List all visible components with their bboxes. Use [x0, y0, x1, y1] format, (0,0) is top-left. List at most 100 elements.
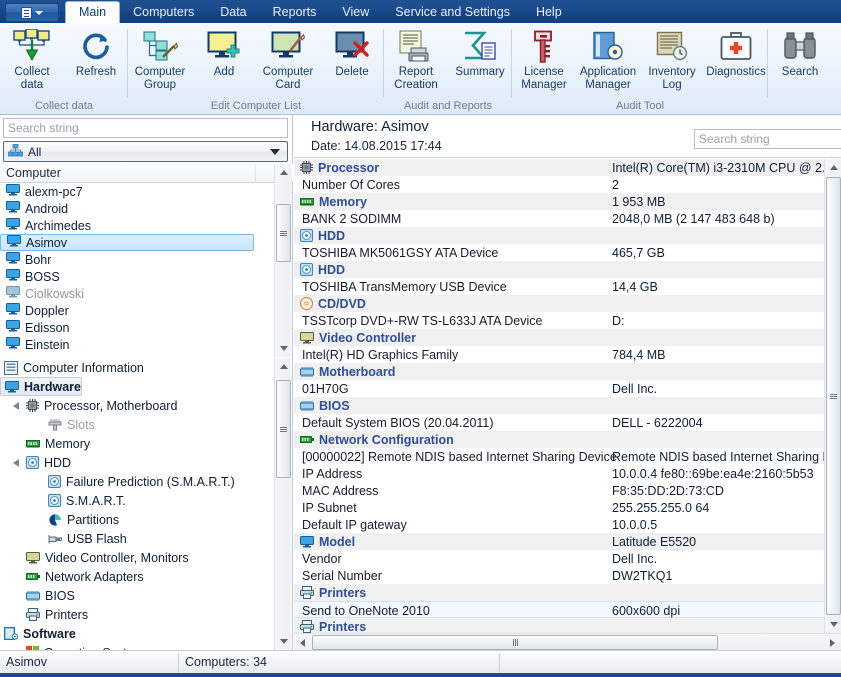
computer-list-scrollbar[interactable]	[274, 164, 291, 357]
scroll-up-arrow[interactable]	[275, 358, 292, 375]
tree-item-network-adapters[interactable]: Network Adapters	[0, 567, 275, 586]
scroll-down-arrow[interactable]	[825, 616, 841, 633]
computer-list-item[interactable]: Bohr	[0, 251, 275, 268]
details-data-row[interactable]: TOSHIBA TransMemory USB Device14,4 GB	[294, 278, 824, 295]
ribbon-button-refresh[interactable]: Refresh	[64, 27, 128, 79]
tree-item-software[interactable]: Software	[0, 624, 275, 643]
details-vertical-scrollbar[interactable]	[824, 159, 841, 633]
scroll-right-arrow[interactable]	[824, 634, 841, 651]
details-data-row[interactable]: 01H70GDell Inc.	[294, 380, 824, 397]
details-section-row[interactable]: Memory1 953 MB	[294, 193, 824, 210]
scroll-left-arrow[interactable]	[294, 634, 311, 651]
details-section-row[interactable]: CD/DVD	[294, 295, 824, 312]
details-data-row[interactable]: Intel(R) HD Graphics Family784,4 MB	[294, 346, 824, 363]
ribbon-button-license-manager[interactable]: License Manager	[512, 27, 576, 91]
tree-item-computer-information[interactable]: Computer Information	[0, 358, 275, 377]
details-search-input[interactable]: Search string	[694, 129, 841, 149]
details-data-row[interactable]: Default IP gateway10.0.0.5	[294, 516, 824, 533]
tree-item-hdd[interactable]: HDD	[0, 453, 275, 472]
tab-view[interactable]: View	[329, 2, 382, 23]
ribbon-button-application-manager[interactable]: Application Manager	[576, 27, 640, 91]
details-data-row[interactable]: Number Of Cores2	[294, 176, 824, 193]
ribbon-button-computer-card[interactable]: Computer Card	[256, 27, 320, 91]
tab-computers[interactable]: Computers	[120, 2, 207, 23]
tree-item-s-m-a-r-t[interactable]: S.M.A.R.T.	[0, 491, 275, 510]
details-data-row[interactable]: BANK 2 SODIMM2048,0 MB (2 147 483 648 b)	[294, 210, 824, 227]
computer-list[interactable]: alexm-pc7AndroidArchimedesAsimovBohrBOSS…	[0, 183, 275, 357]
ribbon-button-search[interactable]: Search	[768, 27, 832, 79]
details-data-row[interactable]: TSSTcorp DVD+-RW TS-L633J ATA DeviceD:	[294, 312, 824, 329]
computer-list-item[interactable]: Doppler	[0, 302, 275, 319]
details-data-row[interactable]: Send to OneNote 2010600x600 dpi	[294, 601, 824, 618]
tree-item-hardware[interactable]: Hardware	[0, 377, 82, 396]
details-data-row[interactable]: [00000022] Remote NDIS based Internet Sh…	[294, 448, 824, 465]
computer-list-item[interactable]: Archimedes	[0, 217, 275, 234]
scrollbar-thumb[interactable]	[826, 177, 841, 615]
ribbon-button-inventory-log[interactable]: Inventory Log	[640, 27, 704, 91]
details-section-row[interactable]: Network Configuration	[294, 431, 824, 448]
details-section-row[interactable]: Printers	[294, 584, 824, 601]
computer-list-item[interactable]: Asimov	[0, 234, 254, 251]
tree-item-memory[interactable]: Memory	[0, 434, 275, 453]
tree-expander-icon[interactable]	[12, 401, 21, 410]
ribbon-button-report-creation[interactable]: Report Creation	[384, 27, 448, 91]
details-section-row[interactable]: Motherboard	[294, 363, 824, 380]
details-data-row[interactable]: TOSHIBA MK5061GSY ATA Device465,7 GB	[294, 244, 824, 261]
tree-item-video-controller-monitors[interactable]: Video Controller, Monitors	[0, 548, 275, 567]
tab-service-and-settings[interactable]: Service and Settings	[382, 2, 523, 23]
app-menu-button[interactable]	[5, 3, 59, 22]
details-section-row[interactable]: HDD	[294, 261, 824, 278]
scroll-down-arrow[interactable]	[275, 633, 292, 650]
details-data-row[interactable]: IP Address10.0.0.4 fe80::69be:ea4e:2160:…	[294, 465, 824, 482]
tree-item-bios[interactable]: BIOS	[0, 586, 275, 605]
details-horizontal-scrollbar[interactable]	[294, 633, 841, 650]
tab-data[interactable]: Data	[207, 2, 259, 23]
details-data-row[interactable]: VendorDell Inc.	[294, 550, 824, 567]
details-section-row[interactable]: BIOS	[294, 397, 824, 414]
computer-list-item[interactable]: Edisson	[0, 319, 275, 336]
details-data-row[interactable]: MAC AddressF8:35:DD:2D:73:CD	[294, 482, 824, 499]
tree-item-failure-prediction-s-m-a-r-t[interactable]: Failure Prediction (S.M.A.R.T.)	[0, 472, 275, 491]
ribbon-button-delete[interactable]: Delete	[320, 27, 384, 79]
details-section-row[interactable]: ProcessorIntel(R) Core(TM) i3-2310M CPU …	[294, 159, 824, 176]
ribbon-button-add[interactable]: Add	[192, 27, 256, 79]
computer-list-item[interactable]: Android	[0, 200, 275, 217]
tree-item-operating-system[interactable]: Operating System	[0, 643, 275, 650]
tree-item-usb-flash[interactable]: USB Flash	[0, 529, 275, 548]
tree-item-printers[interactable]: Printers	[0, 605, 275, 624]
details-section-row[interactable]: HDD	[294, 227, 824, 244]
scrollbar-thumb[interactable]	[312, 635, 718, 650]
scrollbar-thumb[interactable]	[276, 204, 291, 262]
tree-item-processor-motherboard[interactable]: Processor, Motherboard	[0, 396, 275, 415]
ribbon-button-collect-data[interactable]: Collect data	[0, 27, 64, 91]
scroll-up-arrow[interactable]	[825, 159, 841, 176]
scrollbar-thumb[interactable]	[276, 380, 291, 478]
details-section-row[interactable]: ModelLatitude E5520	[294, 533, 824, 550]
ribbon-button-diagnostics[interactable]: Diagnostics	[704, 27, 768, 79]
computer-search-input[interactable]: Search string	[3, 118, 288, 138]
details-data-row[interactable]: Serial NumberDW2TKQ1	[294, 567, 824, 584]
computer-list-item[interactable]: BOSS	[0, 268, 275, 285]
computer-list-item[interactable]: alexm-pc7	[0, 183, 275, 200]
details-data-row[interactable]: IP Subnet255.255.255.0 64	[294, 499, 824, 516]
category-tree[interactable]: Computer InformationHardwareProcessor, M…	[0, 358, 275, 650]
ribbon-button-summary[interactable]: Summary	[448, 27, 512, 79]
tree-expander-icon[interactable]	[12, 458, 21, 467]
computer-list-item[interactable]: Einstein	[0, 336, 275, 353]
group-filter-dropdown[interactable]: All	[3, 141, 288, 162]
tree-item-partitions[interactable]: Partitions	[0, 510, 275, 529]
tree-item-slots[interactable]: Slots	[0, 415, 275, 434]
details-section-row[interactable]: Video Controller	[294, 329, 824, 346]
scroll-down-arrow[interactable]	[275, 340, 292, 357]
hardware-details-grid[interactable]: ProcessorIntel(R) Core(TM) i3-2310M CPU …	[294, 159, 824, 633]
ribbon-button-computer-group[interactable]: Computer Group	[128, 27, 192, 91]
tab-main[interactable]: Main	[65, 1, 120, 23]
tab-reports[interactable]: Reports	[260, 2, 330, 23]
scroll-up-arrow[interactable]	[275, 164, 292, 181]
tab-help[interactable]: Help	[523, 2, 575, 23]
category-tree-scrollbar[interactable]	[274, 358, 291, 650]
computer-list-header[interactable]: Computer	[0, 164, 293, 183]
computer-list-item[interactable]: Ciolkowski	[0, 285, 275, 302]
details-section-row[interactable]: Printers	[294, 618, 824, 633]
details-data-row[interactable]: Default System BIOS (20.04.2011)DELL - 6…	[294, 414, 824, 431]
